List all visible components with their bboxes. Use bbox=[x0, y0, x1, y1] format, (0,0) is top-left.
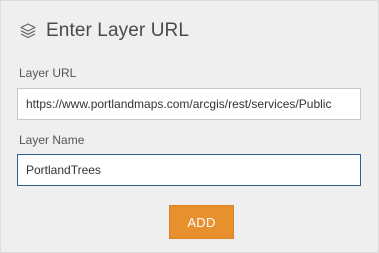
layers-icon bbox=[19, 22, 37, 40]
layer-name-label: Layer Name bbox=[19, 133, 85, 147]
layer-name-input[interactable] bbox=[17, 154, 361, 186]
panel-header: Enter Layer URL bbox=[19, 19, 189, 43]
add-button[interactable]: ADD bbox=[169, 205, 234, 239]
layer-url-label: Layer URL bbox=[19, 66, 77, 80]
add-layer-panel: Enter Layer URL Layer URL Layer Name ADD bbox=[0, 0, 379, 253]
layer-url-input[interactable] bbox=[17, 88, 361, 120]
panel-title: Enter Layer URL bbox=[46, 20, 190, 41]
